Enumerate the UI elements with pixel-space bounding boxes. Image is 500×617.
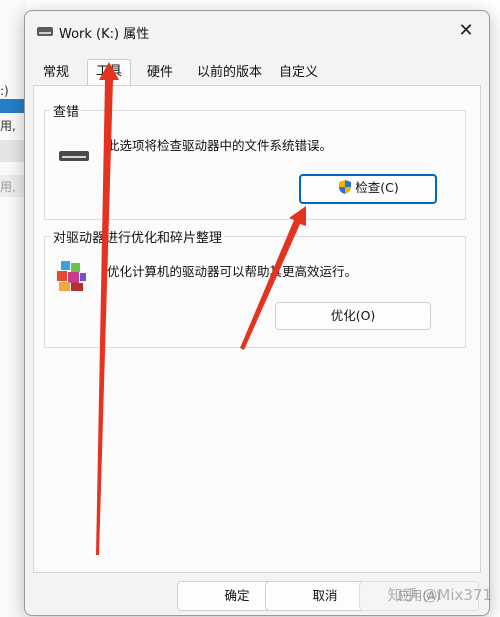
annotation-arrow-check xyxy=(240,206,306,350)
annotation-arrows xyxy=(96,62,306,555)
watermark: 知乎 @Mix371 xyxy=(387,586,492,604)
annotation-arrow-tools xyxy=(96,62,119,555)
